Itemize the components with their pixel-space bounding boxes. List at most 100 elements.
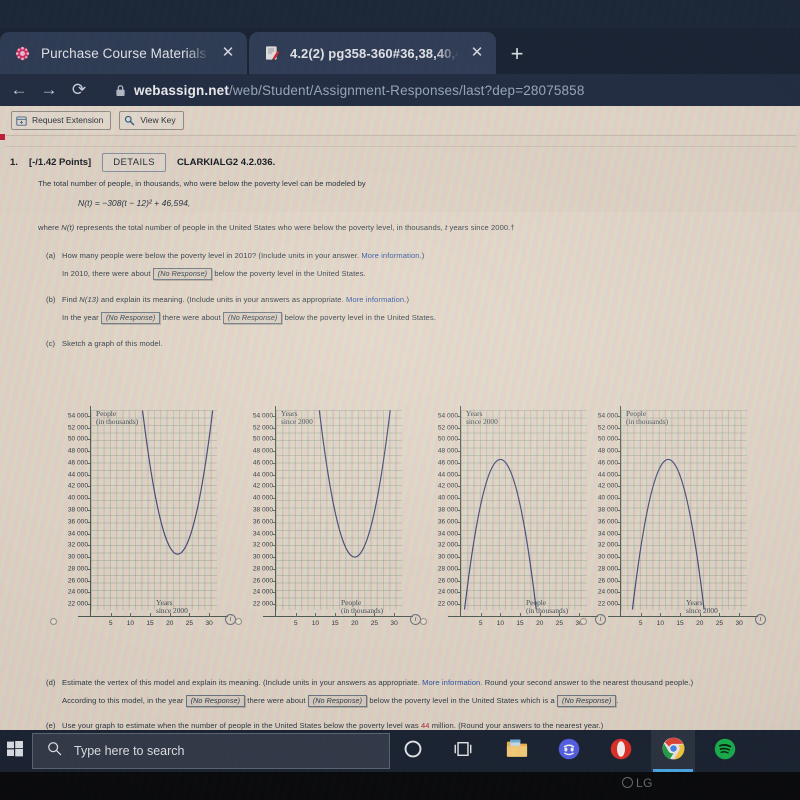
taskbar-file-explorer-button[interactable] — [496, 730, 538, 772]
y-axis-title: People (in thousands) — [626, 409, 669, 426]
forward-button[interactable]: → — [34, 75, 64, 105]
question-points: [-/1.42 Points] — [28, 156, 92, 168]
graph-option-radio-icon[interactable] — [580, 618, 587, 625]
part-e-value: 44 — [420, 721, 430, 730]
x-axis-tick-label: 30 — [205, 620, 213, 627]
windows-logo-icon — [7, 740, 23, 762]
browser-window: Purchase Course Materials ✕ 4.2(2) pg358… — [0, 0, 800, 106]
new-tab-button[interactable]: + — [504, 42, 530, 68]
graph-option-4[interactable]: 22 000 24 000 26 000 28 000 30 000 32 000 34 0… — [578, 406, 768, 646]
part-e-prompt-tail: million. (Round your answers to the near… — [429, 721, 604, 730]
url-domain: webassign.net — [134, 82, 229, 98]
search-placeholder: Type here to search — [74, 744, 185, 758]
calendar-plus-icon — [16, 115, 27, 126]
monitor-brand-label: LG — [636, 776, 654, 790]
start-button[interactable] — [0, 730, 30, 772]
part-a-prompt: How many people were below the poverty l… — [62, 250, 424, 261]
taskbar-task-view-button[interactable] — [442, 730, 484, 772]
x-axis-tick-label: 20 — [351, 620, 359, 627]
graph-options: 22 000 24 000 26 000 28 000 30 000 32 000 34 0… — [0, 406, 800, 646]
browser-tab-assignment[interactable]: 4.2(2) pg358-360#36,38,40,42,46 ✕ — [249, 32, 496, 74]
answer-input-b1[interactable]: (No Response) — [100, 312, 161, 325]
details-button[interactable]: DETAILS — [102, 152, 166, 172]
graph-info-icon[interactable]: i — [755, 614, 766, 625]
part-d-answer-m2: below the poverty level in the United St… — [367, 696, 557, 705]
part-b-prompt: Find N(13) and explain its meaning. (Inc… — [62, 294, 409, 305]
intro-2e: years since 2000.† — [447, 223, 515, 232]
request-extension-button[interactable]: Request Extension — [11, 110, 112, 130]
parabola-curve — [318, 410, 391, 558]
x-axis-tick-label: 20 — [166, 620, 174, 627]
taskbar-search-box[interactable]: Type here to search — [32, 733, 390, 769]
graph-option-1[interactable]: 22 000 24 000 26 000 28 000 30 000 32 000 34 0… — [48, 406, 238, 646]
part-d-answer-m1: there were about — [245, 696, 308, 705]
answer-select-d3[interactable]: (No Response) — [557, 695, 617, 708]
intro-2a: where — [38, 223, 62, 232]
y-axis-title: People (in thousands) — [96, 409, 139, 426]
answer-input-b2[interactable]: (No Response) — [223, 312, 283, 325]
x-axis-title: People (in thousands) — [341, 598, 384, 615]
answer-input-a1[interactable]: (No Response) — [152, 268, 213, 281]
intro-2b: N(t) — [61, 223, 75, 232]
close-icon[interactable]: ✕ — [468, 44, 486, 62]
taskbar-chrome-button[interactable] — [652, 730, 694, 772]
intro-2c: represents the total number of people in… — [74, 223, 446, 232]
x-axis-title: Years since 2000 — [686, 598, 718, 615]
x-axis-tick-label: 20 — [696, 620, 704, 627]
back-button[interactable]: ← — [4, 75, 34, 105]
more-information-link[interactable]: More information. — [422, 678, 482, 687]
x-axis-tick-label: 15 — [331, 620, 339, 627]
document-favicon-icon — [262, 44, 281, 63]
task-view-icon — [453, 740, 473, 763]
part-d-tag: (d) — [46, 678, 56, 687]
question-number: 1. — [10, 156, 18, 168]
taskbar-discord-button[interactable] — [548, 730, 590, 772]
part-e-prompt: Use your graph to estimate when the numb… — [62, 720, 603, 730]
x-axis-tick-label: 10 — [496, 620, 505, 627]
graph-option-radio-icon[interactable] — [235, 618, 242, 625]
x-axis-tick-label: 30 — [735, 620, 743, 627]
graph-option-radio-icon[interactable] — [50, 618, 57, 625]
taskbar-spotify-button[interactable] — [704, 730, 746, 772]
webassign-favicon-icon — [13, 44, 32, 63]
part-d-answer: According to this model, in the year (No… — [62, 695, 619, 708]
answer-input-d1[interactable]: (No Response) — [185, 695, 246, 708]
graph-option-2[interactable]: 22 000 24 000 26 000 28 000 30 000 32 000 34 0… — [233, 406, 423, 646]
x-axis-tick-label: 15 — [516, 620, 524, 627]
search-icon — [47, 741, 62, 761]
request-extension-label: Request Extension — [32, 115, 104, 125]
tab-title: Purchase Course Materials — [41, 45, 207, 61]
webassign-page: Request Extension View Key 1. [-/1.42 Po… — [0, 106, 800, 730]
view-key-button[interactable]: View Key — [119, 110, 184, 130]
browser-tab-purchase-course-materials[interactable]: Purchase Course Materials ✕ — [0, 32, 247, 74]
answer-input-d2[interactable]: (No Response) — [307, 695, 368, 708]
part-b-prompt-lead: Find — [62, 295, 80, 304]
key-search-icon — [124, 115, 135, 126]
opera-icon — [610, 738, 632, 765]
part-d-prompt: Estimate the vertex of this model and ex… — [62, 677, 693, 688]
part-b-function: N(13) — [79, 295, 99, 304]
y-axis-title: Years since 2000 — [466, 409, 498, 426]
y-axis-title: Years since 2000 — [281, 409, 313, 426]
part-b-tag: (b) — [46, 295, 56, 304]
part-d-prompt-lead: Estimate the vertex of this model and ex… — [62, 678, 423, 687]
close-icon[interactable]: ✕ — [219, 44, 237, 62]
taskbar-cortana-button[interactable] — [392, 730, 434, 772]
reload-button[interactable]: ⟳ — [64, 75, 94, 105]
question-code: CLARKIALG2 4.2.036. — [176, 156, 276, 168]
more-information-link[interactable]: More information. — [346, 295, 406, 304]
more-information-link[interactable]: More information. — [361, 251, 421, 260]
x-axis-tick-label: 15 — [676, 620, 684, 627]
x-axis-tick-label: 5 — [293, 620, 298, 627]
part-d-answer-lead: According to this model, in the year — [62, 696, 186, 705]
part-b-answer: In the year (No Response) there were abo… — [62, 312, 436, 325]
tab-strip: Purchase Course Materials ✕ 4.2(2) pg358… — [0, 28, 800, 74]
chrome-icon — [662, 737, 685, 765]
graph-option-radio-icon[interactable] — [420, 618, 427, 625]
parabola-curve — [142, 410, 214, 555]
taskbar-opera-button[interactable] — [600, 730, 642, 772]
x-axis-title: People (in thousands) — [526, 598, 569, 615]
address-bar[interactable]: webassign.net/web/Student/Assignment-Res… — [108, 78, 796, 102]
assignment-toolstrip: Request Extension View Key — [0, 106, 800, 134]
part-c-tag: (c) — [46, 339, 56, 348]
